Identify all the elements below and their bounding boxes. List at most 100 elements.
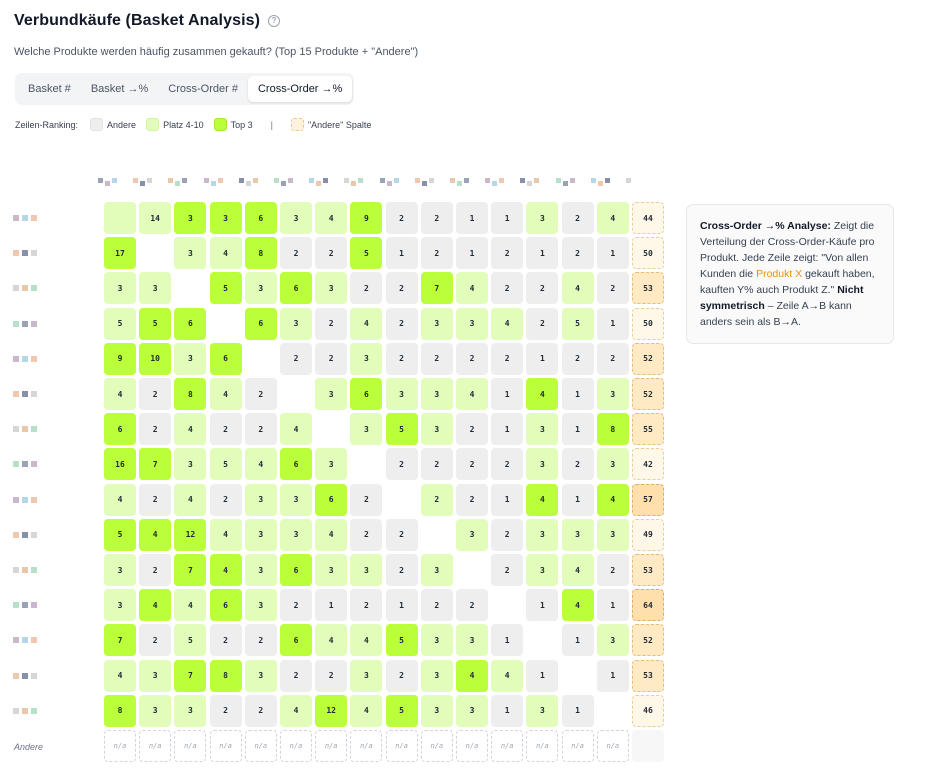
matrix-cell: 4 [104, 659, 136, 692]
matrix-cell: 6 [280, 554, 312, 586]
matrix-cell: 1 [526, 589, 559, 622]
question-circle-icon[interactable]: ? [268, 15, 281, 27]
tab-basket-percent[interactable]: Basket →% [81, 76, 158, 102]
matrix-cell: 6 [350, 378, 383, 410]
matrix-cell: 4 [315, 202, 348, 234]
matrix-cell: 1 [596, 589, 629, 622]
matrix-cell: 1 [315, 589, 348, 622]
info-panel: Cross-Order →% Analyse: Zeigt die Vertei… [686, 204, 894, 344]
matrix-cell: 2 [491, 342, 524, 375]
matrix-cell: 2 [139, 413, 172, 446]
row-header [13, 354, 37, 364]
matrix-cell: 3 [350, 413, 383, 446]
matrix-cell: 4 [315, 518, 348, 551]
cell-corner [632, 730, 664, 762]
matrix-cell: 4 [174, 413, 207, 446]
tab-basket-count[interactable]: Basket # [18, 76, 81, 102]
cell-andere-column: 52 [632, 378, 664, 410]
matrix-cell: 4 [456, 272, 488, 305]
matrix-cell: 4 [596, 202, 629, 234]
matrix-cell: 3 [350, 659, 383, 692]
matrix-cell: 2 [280, 237, 312, 270]
matrix-cell: 1 [561, 413, 594, 446]
view-tabs: Basket # Basket →% Cross-Order # Cross-O… [15, 73, 354, 105]
matrix-cell: 2 [385, 342, 418, 375]
matrix-cell: 2 [491, 272, 524, 305]
column-header [344, 172, 364, 188]
matrix-cell: 8 [596, 413, 629, 446]
matrix-cell: 2 [244, 378, 277, 410]
matrix-cell: 2 [350, 272, 383, 305]
matrix-cell: 3 [456, 624, 488, 657]
matrix-cell: 6 [244, 307, 277, 340]
matrix-cell: 3 [139, 659, 172, 692]
matrix-cell: 3 [174, 448, 207, 481]
matrix-cell: 2 [139, 624, 172, 657]
matrix-cell: 3 [139, 694, 172, 727]
matrix-cell: 3 [244, 272, 277, 305]
matrix-cell: 9 [350, 202, 383, 234]
matrix-cell: 3 [596, 624, 629, 657]
matrix-cell: 3 [596, 378, 629, 410]
matrix-cell: 3 [315, 378, 348, 410]
tab-cross-order-percent[interactable]: Cross-Order →% [247, 76, 353, 102]
legend-text-top: Top 3 [230, 119, 253, 130]
matrix-cell: 4 [456, 659, 488, 692]
cell-na: n/a [244, 730, 277, 762]
matrix-cell: 2 [456, 342, 488, 375]
tab-cross-order-count[interactable]: Cross-Order # [158, 76, 248, 102]
matrix-cell: 5 [385, 624, 418, 657]
legend-item-top: Top 3 [213, 118, 253, 131]
matrix-cell: 5 [561, 307, 594, 340]
matrix-cell: 2 [561, 202, 594, 234]
column-header [450, 172, 469, 188]
matrix-cell: 6 [315, 483, 348, 516]
matrix-cell: 3 [315, 272, 348, 305]
matrix-cell: 2 [139, 554, 172, 586]
matrix-cell: 4 [244, 448, 277, 481]
matrix-cell: 3 [420, 307, 453, 340]
matrix-cell: 2 [596, 554, 629, 586]
matrix-cell: 2 [491, 518, 524, 551]
matrix-cell: 2 [209, 413, 242, 446]
matrix-cell: 2 [315, 659, 348, 692]
matrix-cell: 6 [174, 307, 207, 340]
matrix-cell: 2 [280, 659, 312, 692]
matrix-cell: 2 [280, 342, 312, 375]
matrix-cell: 4 [280, 413, 312, 446]
matrix-cell: 1 [561, 378, 594, 410]
matrix-cell: 4 [491, 307, 524, 340]
matrix-cell: 4 [174, 483, 207, 516]
matrix-cell: 1 [526, 659, 559, 692]
matrix-cell: 5 [350, 237, 383, 270]
legend-item-andere-column: "Andere" Spalte [290, 118, 371, 131]
matrix-cell: 2 [456, 589, 488, 622]
page-subtitle: Welche Produkte werden häufig zusammen g… [14, 46, 419, 58]
matrix-cell: 7 [139, 448, 172, 481]
matrix-cell: 3 [350, 554, 383, 586]
matrix-cell: 2 [596, 272, 629, 305]
matrix-cell: 4 [561, 554, 594, 586]
row-header [13, 424, 37, 434]
cell-diagonal [420, 518, 453, 551]
matrix-cell: 2 [456, 483, 488, 516]
matrix-cell: 2 [385, 659, 418, 692]
matrix-cell: 1 [596, 659, 629, 692]
column-header [274, 172, 293, 188]
row-header [13, 283, 37, 293]
matrix-cell: 6 [209, 589, 242, 622]
matrix-cell: 3 [104, 589, 136, 622]
matrix-cell: 1 [456, 202, 488, 234]
matrix-cell: 3 [244, 483, 277, 516]
matrix-cell: 2 [596, 342, 629, 375]
matrix-cell: 2 [561, 448, 594, 481]
cell-diagonal [280, 378, 312, 410]
matrix-cell: 8 [244, 237, 277, 270]
column-header [414, 172, 434, 188]
row-label-andere: Andere [14, 742, 44, 752]
matrix-cell: 3 [315, 448, 348, 481]
matrix-cell: 1 [561, 483, 594, 516]
matrix-cell: 4 [104, 483, 136, 516]
matrix-cell: 1 [491, 202, 524, 234]
matrix-cell: 3 [244, 659, 277, 692]
